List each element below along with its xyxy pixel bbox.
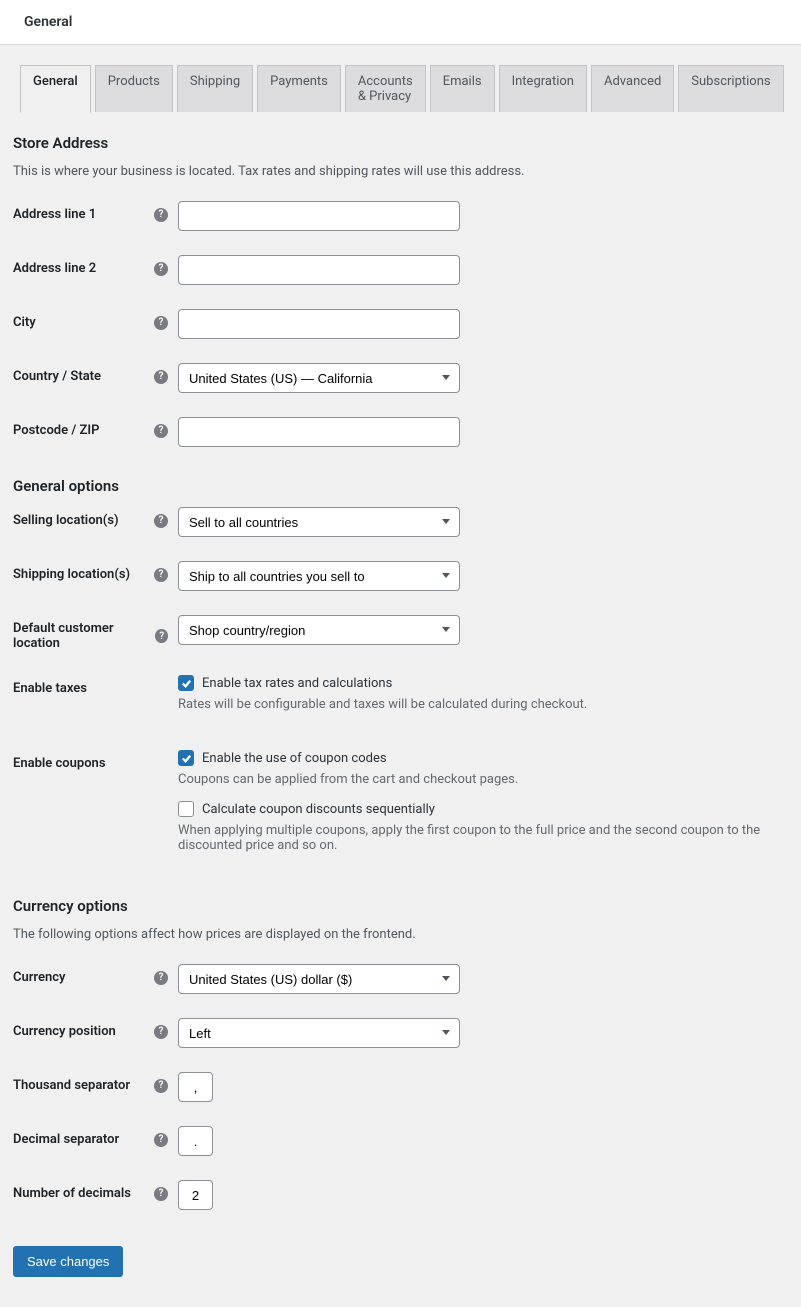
tab-products[interactable]: Products: [95, 65, 173, 112]
help-icon[interactable]: ?: [154, 514, 168, 528]
help-icon[interactable]: ?: [154, 1025, 168, 1039]
selling-label: Selling location(s) ?: [13, 507, 178, 528]
enable-coupons-label: Enable coupons: [13, 750, 178, 771]
help-icon[interactable]: ?: [154, 1187, 168, 1201]
tab-accounts-privacy[interactable]: Accounts & Privacy: [345, 65, 426, 112]
help-icon[interactable]: ?: [154, 568, 168, 582]
shipping-loc-label: Shipping location(s) ?: [13, 561, 178, 582]
store-address-heading: Store Address: [13, 134, 781, 152]
general-options-section: General options Selling location(s) ? Se…: [13, 477, 781, 867]
content-area: General Products Shipping Payments Accou…: [0, 45, 801, 1307]
save-changes-button[interactable]: Save changes: [13, 1246, 123, 1277]
sequential-coupons-checkbox[interactable]: [178, 801, 194, 817]
tab-general[interactable]: General: [20, 65, 91, 113]
city-label: City ?: [13, 309, 178, 330]
currency-position-select[interactable]: Left: [178, 1018, 460, 1048]
tab-payments[interactable]: Payments: [257, 65, 341, 112]
enable-coupons-checkbox[interactable]: [178, 750, 194, 766]
store-address-section: Store Address This is where your busines…: [13, 134, 781, 447]
help-icon[interactable]: ?: [154, 971, 168, 985]
tab-shipping[interactable]: Shipping: [177, 65, 253, 112]
sequential-coupons-desc: When applying multiple coupons, apply th…: [178, 823, 781, 853]
address1-input[interactable]: [178, 201, 460, 231]
currency-options-desc: The following options affect how prices …: [13, 927, 781, 942]
thousand-sep-input[interactable]: [178, 1072, 213, 1102]
address2-input[interactable]: [178, 255, 460, 285]
currency-select[interactable]: United States (US) dollar ($): [178, 964, 460, 994]
help-icon[interactable]: ?: [154, 316, 168, 330]
decimal-sep-label: Decimal separator ?: [13, 1126, 178, 1147]
city-input[interactable]: [178, 309, 460, 339]
sequential-coupons-cb-label: Calculate coupon discounts sequentially: [202, 802, 435, 817]
enable-coupons-cb-label: Enable the use of coupon codes: [202, 751, 387, 766]
help-icon[interactable]: ?: [154, 370, 168, 384]
selling-select[interactable]: Sell to all countries: [178, 507, 460, 537]
thousand-sep-label: Thousand separator ?: [13, 1072, 178, 1093]
postcode-label: Postcode / ZIP ?: [13, 417, 178, 438]
default-loc-label: Default customer location ?: [13, 615, 178, 651]
store-address-desc: This is where your business is located. …: [13, 164, 781, 179]
general-options-heading: General options: [13, 477, 781, 495]
page-header: General: [0, 0, 801, 45]
help-icon[interactable]: ?: [155, 629, 168, 643]
shipping-select[interactable]: Ship to all countries you sell to: [178, 561, 460, 591]
enable-taxes-desc: Rates will be configurable and taxes wil…: [178, 697, 781, 712]
currency-options-section: Currency options The following options a…: [13, 897, 781, 1210]
help-icon[interactable]: ?: [154, 424, 168, 438]
postcode-input[interactable]: [178, 417, 460, 447]
num-decimals-label: Number of decimals ?: [13, 1180, 178, 1201]
num-decimals-input[interactable]: [178, 1180, 213, 1210]
tab-advanced[interactable]: Advanced: [591, 65, 674, 112]
page-title: General: [24, 14, 72, 30]
address2-label: Address line 2 ?: [13, 255, 178, 276]
help-icon[interactable]: ?: [154, 1079, 168, 1093]
enable-taxes-cb-label: Enable tax rates and calculations: [202, 676, 392, 691]
enable-coupons-desc: Coupons can be applied from the cart and…: [178, 772, 781, 787]
tab-emails[interactable]: Emails: [430, 65, 495, 112]
help-icon[interactable]: ?: [154, 262, 168, 276]
currency-label: Currency ?: [13, 964, 178, 985]
default-loc-select[interactable]: Shop country/region: [178, 615, 460, 645]
currency-position-label: Currency position ?: [13, 1018, 178, 1039]
country-label: Country / State ?: [13, 363, 178, 384]
help-icon[interactable]: ?: [154, 208, 168, 222]
address1-label: Address line 1 ?: [13, 201, 178, 222]
settings-tabs: General Products Shipping Payments Accou…: [20, 65, 781, 112]
enable-taxes-checkbox[interactable]: [178, 675, 194, 691]
tab-subscriptions[interactable]: Subscriptions: [678, 65, 783, 112]
currency-options-heading: Currency options: [13, 897, 781, 915]
enable-taxes-label: Enable taxes: [13, 675, 178, 696]
help-icon[interactable]: ?: [154, 1133, 168, 1147]
tab-integration[interactable]: Integration: [499, 65, 587, 112]
decimal-sep-input[interactable]: [178, 1126, 213, 1156]
country-select[interactable]: United States (US) — California: [178, 363, 460, 393]
